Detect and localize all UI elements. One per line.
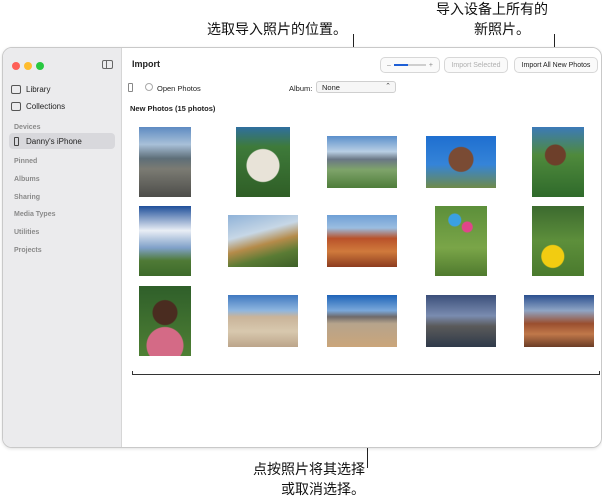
device-icon <box>128 83 133 92</box>
sidebar-section-albums[interactable]: Albums <box>14 176 40 183</box>
sidebar-section-media-types[interactable]: Media Types <box>14 211 56 218</box>
close-button[interactable] <box>12 62 20 70</box>
import-selected-button[interactable]: Import Selected <box>444 57 508 73</box>
photo-rock-formations[interactable] <box>524 295 594 347</box>
zoom-out-button[interactable]: – <box>387 62 391 69</box>
toolbar: Import – + Import Selected Import All Ne… <box>122 48 601 80</box>
callout-select: 点按照片将其选择 或取消选择。 <box>245 460 365 500</box>
zoom-button[interactable] <box>36 62 44 70</box>
sidebar-section-devices: Devices <box>14 124 41 131</box>
photo-boy-portrait[interactable] <box>139 286 191 356</box>
photo-dog-on-grass[interactable] <box>236 127 290 197</box>
zoom-slider-track[interactable] <box>393 64 426 66</box>
grid-bracket <box>132 371 600 375</box>
photo-yellow-ball[interactable] <box>532 206 584 276</box>
library-icon <box>11 84 21 94</box>
sidebar-section-projects[interactable]: Projects <box>14 247 42 254</box>
album-label: Album: <box>289 84 313 93</box>
sidebar-item-label: Library <box>26 84 51 94</box>
sidebar-section-utilities[interactable]: Utilities <box>14 229 39 236</box>
sidebar-toggle-icon[interactable] <box>102 60 113 69</box>
page-title: Import <box>132 59 160 69</box>
photo-green-hills[interactable] <box>228 215 298 267</box>
photo-sky-clouds-field[interactable] <box>139 206 191 276</box>
zoom-slider-fill <box>393 64 408 66</box>
open-photos-label: Open Photos <box>157 84 201 93</box>
photo-dusk-water[interactable] <box>426 295 496 347</box>
album-select-value: None <box>322 83 340 92</box>
sidebar-section-pinned[interactable]: Pinned <box>14 158 37 165</box>
photo-salt-flats[interactable] <box>228 295 298 347</box>
minimize-button[interactable] <box>24 62 32 70</box>
sidebar-item-library[interactable]: Library <box>11 81 50 97</box>
sidebar: Library Collections Devices Danny's iPho… <box>3 48 122 447</box>
photo-red-rocks[interactable] <box>327 215 397 267</box>
zoom-in-button[interactable]: + <box>429 62 433 69</box>
main-content: Import – + Import Selected Import All Ne… <box>122 48 601 447</box>
zoom-slider-control[interactable]: – + <box>380 57 440 73</box>
sidebar-item-device[interactable]: Danny's iPhone <box>11 133 82 149</box>
callout-import-all-line1: 导入设备上所有的 <box>436 2 548 18</box>
new-photos-heading: New Photos (15 photos) <box>130 104 216 113</box>
callout-import-all: 导入设备上所有的 新照片。 <box>436 0 548 40</box>
sidebar-section-sharing[interactable]: Sharing <box>14 194 40 201</box>
import-options-bar: Open Photos Album: None ⌃ <box>122 80 601 102</box>
photos-import-window: Library Collections Devices Danny's iPho… <box>2 47 602 448</box>
album-select[interactable]: None ⌃ <box>316 81 396 93</box>
callout-import-all-line2: 新照片。 <box>474 22 530 38</box>
sidebar-item-label: Collections <box>26 101 66 111</box>
sidebar-item-label: Danny's iPhone <box>26 136 82 146</box>
photo-beach-stones[interactable] <box>139 127 191 197</box>
collections-icon <box>11 101 21 111</box>
callout-select-line2: 或取消选择。 <box>281 482 365 498</box>
photo-desert-playa[interactable] <box>327 295 397 347</box>
iphone-icon <box>14 136 19 146</box>
open-photos-checkbox[interactable] <box>145 83 153 91</box>
photo-kids-balloons[interactable] <box>435 206 487 276</box>
photo-selfie-girl[interactable] <box>426 136 496 188</box>
photo-girl-in-tree[interactable] <box>532 127 584 197</box>
sidebar-item-collections[interactable]: Collections <box>11 98 65 114</box>
chevron-updown-icon: ⌃ <box>385 83 391 90</box>
photo-mountain-lake[interactable] <box>327 136 397 188</box>
callout-select-line1: 点按照片将其选择 <box>253 462 365 478</box>
import-all-new-photos-button[interactable]: Import All New Photos <box>514 57 598 73</box>
callout-location: 选取导入照片的位置。 <box>207 22 347 38</box>
